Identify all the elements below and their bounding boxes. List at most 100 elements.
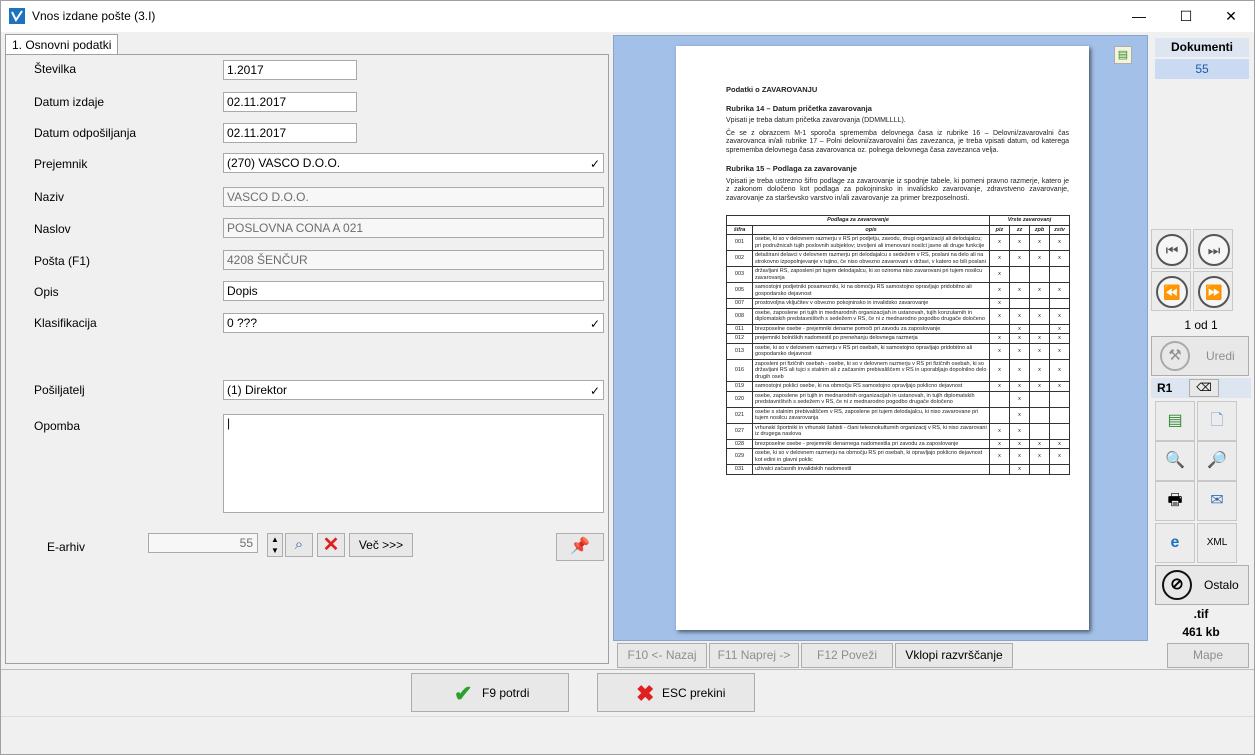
posta-field[interactable]: 4208 ŠENČUR	[223, 250, 604, 270]
checkmark-icon[interactable]: ✓	[590, 155, 600, 172]
doc-cell-opis: uživalci začasnih invalidskih nadomestil	[752, 464, 990, 475]
minimize-button[interactable]: —	[1116, 1, 1162, 32]
doc-cell-zpb: x	[1029, 250, 1050, 267]
doc-cell-piz: x	[989, 234, 1010, 251]
povezi-button[interactable]: F12 Poveži	[801, 643, 893, 668]
stevilka-input[interactable]: 1.2017	[223, 60, 357, 80]
doc-table-row: 011 brezposelne osebe - prejemniki denarn…	[726, 323, 1070, 334]
zoom-out-icon[interactable]: 🔎	[1197, 441, 1237, 481]
pin-icon[interactable]: 📌	[556, 533, 604, 561]
datum-odposiljanja-input[interactable]: 02.11.2017	[223, 123, 357, 143]
nazaj-button[interactable]: F10 <- Nazaj	[617, 643, 707, 668]
doc-cell-zz: x	[1009, 234, 1030, 251]
new-document-icon[interactable]: 🗋	[1197, 401, 1237, 441]
eraser-icon[interactable]: ⌫	[1189, 379, 1219, 397]
doc-cell-piz: x	[989, 342, 1010, 360]
doc-cell-zpb	[1029, 422, 1050, 440]
doc-table-row: 021 osebe s stalnim prebivališčem v RS, z…	[726, 406, 1070, 424]
doc-table-row: 016 zaposleni pri fizičnih osebah - osebe…	[726, 358, 1070, 382]
doc-cell-zz: x	[1009, 282, 1030, 299]
doc-cell-piz: x	[989, 448, 1010, 465]
datum-izdaje-input[interactable]: 02.11.2017	[223, 92, 357, 112]
side-panel: Dokumenti 55 ⏮ ⏭ ⏪ ⏩ 1 od 1 ⚒ Uredi R1 ⌫…	[1151, 35, 1251, 665]
maximize-button[interactable]: ☐	[1163, 1, 1209, 32]
doc-cell-sifra: 005	[726, 282, 753, 299]
doc-cell-zpb: x	[1029, 282, 1050, 299]
next-page-button[interactable]: ⏩	[1193, 271, 1233, 311]
doc-cell-zstv	[1049, 406, 1070, 424]
doc-table-body: 001 osebe, ki so v delovnem razmerju v RS…	[726, 234, 1070, 475]
mape-button[interactable]: Mape	[1167, 643, 1249, 668]
list-view-icon[interactable]: ▤	[1155, 401, 1195, 441]
prev-page-button[interactable]: ⏪	[1151, 271, 1191, 311]
first-page-button[interactable]: ⏮	[1151, 229, 1191, 269]
fast-forward-icon: ⏩	[1198, 276, 1230, 308]
doc-col-opis: opis	[752, 224, 990, 235]
klasifikacija-select[interactable]: 0 ??? ✓	[223, 313, 604, 333]
document-page: Podatki o ZAVAROVANJU Rubrika 14 – Datum…	[676, 46, 1089, 630]
razvrscanje-button[interactable]: Vklopi razvrščanje	[895, 643, 1013, 668]
doc-table-row: 013 osebe, ki so v delovnem razmerju v RS…	[726, 342, 1070, 360]
posiljatelj-select[interactable]: (1) Direktor ✓	[223, 380, 604, 400]
posiljatelj-label: Pošiljatelj	[34, 383, 85, 397]
klasifikacija-label: Klasifikacija	[34, 316, 97, 330]
last-page-button[interactable]: ⏭	[1193, 229, 1233, 269]
browser-icon[interactable]: e	[1155, 523, 1195, 563]
doc-cell-piz: x	[989, 381, 1010, 392]
naslov-field: POSLOVNA CONA A 021	[223, 218, 604, 238]
checkmark-icon[interactable]: ✓	[590, 382, 600, 399]
stevilka-label: Številka	[34, 62, 77, 76]
checkmark-icon[interactable]: ✓	[590, 315, 600, 332]
prejemnik-select[interactable]: (270) VASCO D.O.O. ✓	[223, 153, 604, 173]
doc-cell-sifra: 012	[726, 333, 753, 344]
window-title: Vnos izdane pošte (3.I)	[32, 9, 156, 23]
doc-cell-zz: x	[1009, 250, 1030, 267]
email-icon[interactable]: ✉	[1197, 481, 1237, 521]
app-logo-icon	[9, 8, 25, 24]
doc-cell-piz: x	[989, 422, 1010, 440]
vec-button[interactable]: Več >>>	[349, 533, 413, 557]
spin-updown-icon[interactable]: ▲ ▼	[267, 533, 283, 557]
doc-cell-piz: x	[989, 298, 1010, 309]
doc-col-zpb: zpb	[1029, 224, 1050, 235]
uredi-button[interactable]: ⚒ Uredi	[1151, 336, 1249, 376]
posta-label: Pošta (F1)	[34, 254, 91, 268]
zoom-in-icon[interactable]: 🔍	[1155, 441, 1195, 481]
doc-table-row: 012 prejemniki bolniških nadomestil po pr…	[726, 333, 1070, 344]
opis-input[interactable]: Dopis	[223, 281, 604, 301]
prejemnik-label: Prejemnik	[34, 157, 88, 171]
doc-cell-opis: prejemniki bolniških nadomestil po prene…	[752, 333, 990, 344]
print-icon[interactable]: 🖶	[1155, 481, 1195, 521]
main-window: Vnos izdane pošte (3.I) — ☐ ✕ 1. Osnovni…	[0, 0, 1255, 755]
doc-cell-zpb	[1029, 266, 1050, 283]
earhiv-count-field: 55	[148, 533, 258, 553]
ostalo-button[interactable]: ⊘ Ostalo	[1155, 565, 1249, 605]
opomba-textarea[interactable]: |	[223, 414, 604, 513]
doc-cell-zstv: x	[1049, 448, 1070, 465]
tools-icon: ⚒	[1160, 341, 1190, 371]
file-size: 461 kb	[1182, 625, 1220, 639]
doc-cell-opis: detaširani delavci v delovnem razmerju p…	[752, 250, 990, 267]
doc-cell-piz: x	[989, 307, 1010, 325]
ostalo-label: Ostalo	[1204, 578, 1239, 592]
delete-icon[interactable]: ✕	[317, 533, 345, 557]
doc-col-sifra: šifra	[726, 224, 753, 235]
doc-cell-sifra: 031	[726, 464, 753, 475]
doc-r15-p1: Vpisati je treba ustrezno šifro podlage …	[726, 177, 1069, 202]
prekini-button[interactable]: ✖ ESC prekini	[597, 673, 755, 712]
tab-osnovni-podatki[interactable]: 1. Osnovni podatki	[5, 34, 119, 55]
doc-cell-zstv: x	[1049, 381, 1070, 392]
datum-izdaje-label: Datum izdaje	[34, 95, 105, 109]
doc-cell-sifra: 003	[726, 266, 753, 283]
doc-cell-piz: x	[989, 282, 1010, 299]
doc-cell-sifra: 029	[726, 448, 753, 465]
naslov-label: Naslov	[34, 222, 71, 236]
close-button[interactable]: ✕	[1208, 1, 1254, 32]
doc-heading: Podatki o ZAVAROVANJU	[726, 85, 818, 94]
naprej-button[interactable]: F11 Naprej ->	[709, 643, 799, 668]
potrdi-button[interactable]: ✔ F9 potrdi	[411, 673, 569, 712]
doc-cell-sifra: 001	[726, 234, 753, 251]
search-icon[interactable]: ⌕	[285, 533, 313, 557]
xml-icon[interactable]: XML	[1197, 523, 1237, 563]
fit-view-icon[interactable]: ▤	[1114, 46, 1132, 64]
